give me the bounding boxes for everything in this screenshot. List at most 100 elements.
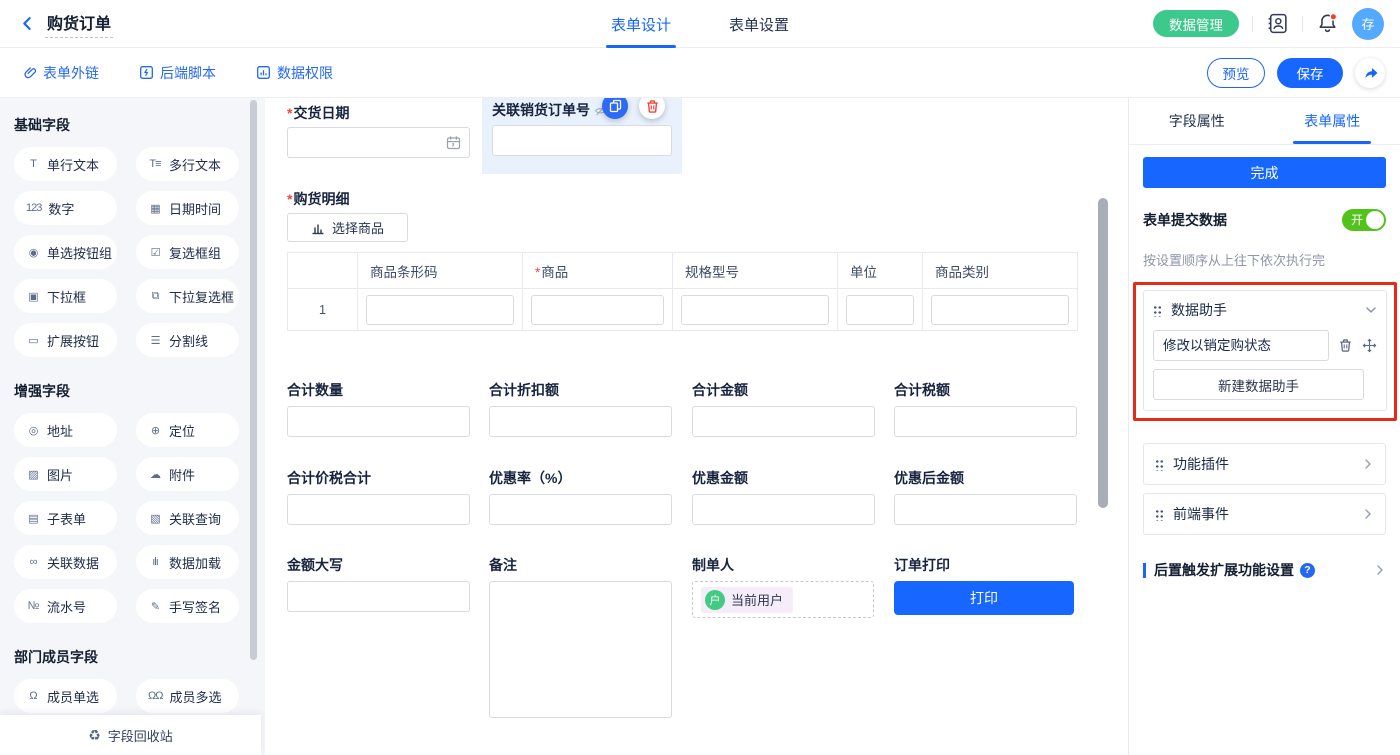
submit-data-label: 表单提交数据 [1143, 210, 1227, 230]
field-total-with-tax[interactable]: 合计价税合计 [287, 470, 470, 525]
field-type-icon: ◉ [26, 246, 40, 259]
delete-assistant-button[interactable] [1338, 338, 1353, 353]
total-tax-input[interactable] [894, 406, 1077, 437]
unit-cell-input[interactable] [846, 295, 914, 325]
field-type-item[interactable]: ☑复选框组 [136, 235, 239, 269]
field-total-quantity[interactable]: 合计数量 [287, 382, 470, 437]
field-discount-rate[interactable]: 优惠率（%） [489, 470, 672, 525]
share-button[interactable] [1355, 58, 1385, 88]
field-type-item[interactable]: ⧉下拉复选框 [136, 279, 239, 313]
total-with-tax-input[interactable] [287, 494, 470, 525]
product-cell-input[interactable] [531, 295, 664, 325]
move-assistant-button[interactable] [1362, 338, 1377, 353]
field-type-item[interactable]: ⊕定位 [136, 413, 239, 447]
field-creator[interactable]: 制单人 户 当前用户 [692, 557, 875, 618]
share-arrow-icon [1362, 65, 1379, 81]
back-button[interactable] [20, 16, 35, 31]
print-button[interactable]: 打印 [894, 581, 1074, 615]
backend-script-button[interactable]: 后端脚本 [139, 63, 216, 83]
collapse-section-button[interactable] [1365, 304, 1377, 316]
recycle-icon: ♻ [88, 727, 101, 744]
field-type-item[interactable]: ▣下拉框 [14, 279, 117, 313]
plugin-section-card[interactable]: 功能插件 [1143, 443, 1386, 485]
field-type-item[interactable]: ▭扩展按钮 [14, 323, 117, 357]
field-type-item[interactable]: ◉单选按钮组 [14, 235, 117, 269]
discount-amount-input[interactable] [692, 494, 875, 525]
amount-in-words-input[interactable] [287, 581, 470, 612]
field-remark[interactable]: 备注 [489, 557, 672, 718]
tab-form-design[interactable]: 表单设计 [611, 0, 671, 48]
field-type-item[interactable]: ılı数据加载 [136, 545, 239, 579]
drag-handle-icon[interactable] [1155, 508, 1164, 521]
field-type-item[interactable]: ▧关联查询 [136, 501, 239, 535]
frontend-event-section-card[interactable]: 前端事件 [1143, 493, 1386, 535]
field-type-item[interactable]: ΩΩ成员多选 [136, 679, 239, 713]
spec-cell-input[interactable] [681, 295, 829, 325]
notification-bell-button[interactable] [1316, 12, 1339, 35]
after-discount-amount-input[interactable] [894, 494, 1077, 525]
field-order-print[interactable]: 订单打印 打印 [894, 557, 1077, 615]
field-type-icon: T [26, 158, 40, 170]
category-cell-input[interactable] [931, 295, 1069, 325]
delivery-date-input[interactable] [287, 127, 470, 158]
remark-textarea[interactable] [489, 581, 672, 718]
field-type-item[interactable]: ▦日期时间 [136, 191, 239, 225]
field-type-item[interactable]: ✎手写签名 [136, 589, 239, 623]
field-type-item[interactable]: T单行文本 [14, 147, 117, 181]
done-button[interactable]: 完成 [1143, 157, 1386, 188]
tab-form-properties[interactable]: 表单属性 [1265, 98, 1400, 144]
field-type-item[interactable]: 123数字 [14, 191, 117, 225]
field-related-sales-order-selected[interactable]: 关联销货订单号 [482, 98, 682, 174]
field-type-item[interactable]: ∞关联数据 [14, 545, 117, 579]
field-type-item[interactable]: Ω成员单选 [14, 679, 117, 713]
total-quantity-input[interactable] [287, 406, 470, 437]
tab-field-properties[interactable]: 字段属性 [1129, 98, 1265, 144]
drag-handle-icon[interactable] [1155, 458, 1164, 471]
field-type-grid: T单行文本 T≡多行文本 123数字 ▦日期时间 ◉单选按钮组 ☑复选框组 ▣下拉框 ⧉下拉复… [14, 147, 251, 357]
field-discount-amount[interactable]: 优惠金额 [692, 470, 875, 525]
field-after-discount-amount[interactable]: 优惠后金额 [894, 470, 1077, 525]
field-type-item[interactable]: ▨图片 [14, 457, 117, 491]
data-permission-button[interactable]: 数据权限 [256, 63, 333, 83]
discount-rate-input[interactable] [489, 494, 672, 525]
post-trigger-settings-row[interactable]: 后置触发扩展功能设置 ? [1143, 560, 1386, 580]
total-amount-input[interactable] [692, 406, 875, 437]
field-type-item[interactable]: №流水号 [14, 589, 117, 623]
canvas-scrollbar[interactable] [1098, 198, 1108, 508]
select-product-button[interactable]: 选择商品 [287, 213, 408, 242]
avatar[interactable]: 存 [1352, 8, 1384, 40]
data-assistant-item[interactable]: 修改以销定购状态 [1153, 330, 1329, 361]
save-button[interactable]: 保存 [1277, 58, 1343, 88]
field-delivery-date[interactable]: *交货日期 [287, 105, 470, 158]
script-icon [139, 65, 154, 80]
field-type-item[interactable]: ☁附件 [136, 457, 239, 491]
new-data-assistant-button[interactable]: 新建数据助手 [1153, 369, 1364, 400]
preview-button[interactable]: 预览 [1207, 58, 1265, 88]
field-type-icon: ▤ [26, 512, 40, 525]
drag-handle-icon[interactable] [1153, 304, 1162, 317]
barcode-cell-input[interactable] [366, 295, 514, 325]
help-icon[interactable]: ? [1300, 563, 1315, 578]
related-sales-order-input[interactable] [492, 125, 672, 156]
field-label: 关联销货订单号 [492, 102, 590, 118]
creator-value-box[interactable]: 户 当前用户 [692, 581, 874, 618]
contact-book-button[interactable] [1266, 12, 1289, 35]
field-amount-in-words[interactable]: 金额大写 [287, 557, 470, 612]
sidebar-scrollbar[interactable] [250, 100, 257, 660]
field-total-discount[interactable]: 合计折扣额 [489, 382, 672, 437]
field-type-item[interactable]: ☰分割线 [136, 323, 239, 357]
field-type-item[interactable]: ▤子表单 [14, 501, 117, 535]
field-type-item[interactable]: ◎地址 [14, 413, 117, 447]
tab-form-settings[interactable]: 表单设置 [729, 0, 789, 48]
field-type-item[interactable]: T≡多行文本 [136, 147, 239, 181]
total-discount-input[interactable] [489, 406, 672, 437]
data-manage-button[interactable]: 数据管理 [1153, 10, 1239, 37]
field-total-tax[interactable]: 合计税额 [894, 382, 1077, 437]
field-label: 合计折扣额 [489, 382, 672, 398]
page-title[interactable]: 购货订单 [45, 10, 113, 38]
field-total-amount[interactable]: 合计金额 [692, 382, 875, 437]
field-recycle-bin[interactable]: ♻ 字段回收站 [0, 715, 261, 755]
submit-data-toggle[interactable]: 开 [1342, 209, 1386, 231]
external-link-button[interactable]: 表单外链 [22, 63, 99, 83]
form-canvas: *交货日期 关联销货订单号 [265, 98, 1128, 755]
